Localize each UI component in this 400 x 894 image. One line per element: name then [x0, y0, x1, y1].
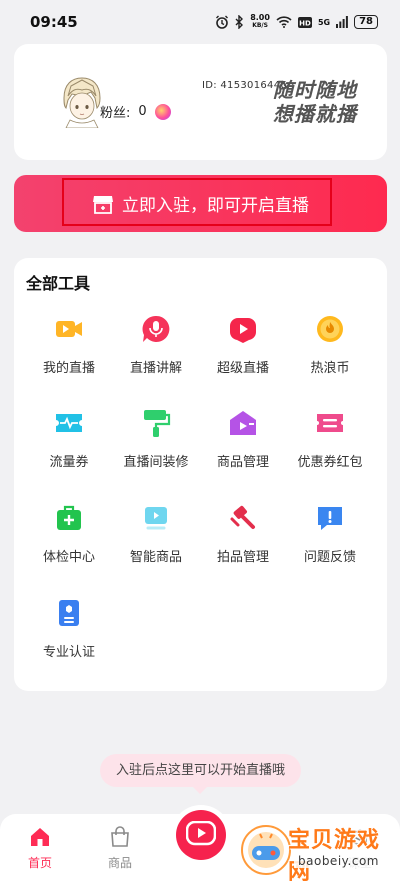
home-icon [31, 828, 49, 846]
tool-label: 拍品管理 [216, 550, 269, 565]
play-icon [230, 318, 256, 343]
tool-label: 商品管理 [216, 455, 269, 470]
watermark: 宝贝游戏网 baobeiy.com [236, 818, 400, 888]
video-camera-icon [56, 321, 82, 337]
auction-hammer-icon [230, 505, 255, 529]
network-speed-value: 8.00 [250, 13, 270, 22]
slogan-line-1: 随时随地 [273, 78, 357, 102]
fans-label: 粉丝: [100, 106, 131, 121]
start-live-button[interactable] [171, 805, 231, 865]
tool-my-live[interactable]: 我的直播 [24, 313, 114, 376]
watermark-url: baobeiy.com [294, 854, 383, 868]
status-icons: 8.00 KB/S HD 5G 78 [215, 14, 378, 30]
status-time: 09:45 [30, 13, 78, 31]
start-live-tip: 入驻后点这里可以开始直播哦 [100, 754, 301, 787]
feedback-icon [318, 507, 342, 530]
watermark-logo [241, 825, 291, 875]
tool-certification[interactable]: 专业认证 [24, 597, 114, 660]
tool-smart-product[interactable]: 智能商品 [111, 502, 201, 565]
network-speed: 8.00 KB/S [250, 14, 270, 30]
slogan-line-2: 想播就播 [273, 102, 357, 126]
network-type: 5G [317, 17, 331, 27]
tool-label: 体检中心 [42, 550, 95, 565]
tool-health-check[interactable]: 体检中心 [24, 502, 114, 565]
tool-super-live[interactable]: 超级直播 [198, 313, 288, 376]
tool-label: 智能商品 [129, 550, 182, 565]
tool-coupon[interactable]: 优惠券红包 [285, 407, 375, 470]
join-highlight-box [62, 178, 332, 226]
coupon-icon [317, 414, 343, 432]
paint-roller-icon [144, 410, 171, 437]
tool-room-decor[interactable]: 直播间装修 [111, 407, 201, 470]
profile-card: ID: 4153016446 › 粉丝: 0 随时随地 想播就播 [14, 44, 387, 160]
nav-home[interactable]: 首页 [10, 826, 70, 871]
tool-product-manage[interactable]: 商品管理 [198, 407, 288, 470]
battery-indicator: 78 [354, 15, 378, 29]
store-play-icon [230, 411, 256, 435]
network-speed-unit: KB/S [252, 22, 268, 29]
tool-label: 流量券 [49, 455, 89, 470]
smart-screen-icon [145, 507, 167, 530]
fans-count: 0 [138, 104, 147, 119]
slogan: 随时随地 想播就播 [273, 78, 357, 126]
tool-auction-manage[interactable]: 拍品管理 [198, 502, 288, 565]
tool-label: 专业认证 [42, 645, 95, 660]
certificate-icon [59, 600, 79, 626]
svg-text:HD: HD [299, 19, 311, 27]
hd-icon: HD [297, 16, 312, 28]
fans-badge-icon [154, 103, 171, 120]
nav-products-label: 商品 [107, 856, 132, 870]
tool-label: 直播间装修 [123, 455, 189, 470]
alarm-icon [216, 15, 229, 29]
tool-label: 超级直播 [216, 361, 269, 376]
tools-title: 全部工具 [26, 274, 91, 293]
tool-label: 问题反馈 [303, 550, 356, 565]
live-play-icon [186, 821, 216, 846]
nav-products[interactable]: 商品 [90, 826, 150, 871]
tool-label: 优惠券红包 [297, 455, 363, 470]
tool-label: 热浪币 [310, 361, 350, 376]
signal-icon [336, 16, 348, 28]
coin-icon [317, 316, 343, 342]
tool-traffic-ticket[interactable]: 流量券 [24, 407, 114, 470]
tip-pointer [192, 786, 208, 794]
tool-feedback[interactable]: 问题反馈 [285, 502, 375, 565]
avatar[interactable] [58, 74, 106, 128]
bluetooth-icon [235, 15, 244, 29]
pulse-ticket-icon [56, 414, 82, 432]
tool-live-explain[interactable]: 直播讲解 [111, 313, 201, 376]
medical-kit-icon [57, 505, 81, 530]
wifi-icon [276, 16, 292, 28]
shopping-bag-icon [111, 826, 129, 847]
tool-label: 我的直播 [42, 361, 95, 376]
fans-row: 粉丝: 0 [100, 102, 171, 121]
tools-card: 全部工具 我的直播 直播讲解 超级直播 热浪币 流量券 直播间装修 商品管理 优… [14, 258, 387, 691]
tool-heat-coin[interactable]: 热浪币 [285, 313, 375, 376]
tool-label: 直播讲解 [129, 361, 182, 376]
nav-home-label: 首页 [27, 856, 52, 870]
status-bar: 09:45 8.00 KB/S HD 5G 78 [0, 0, 400, 44]
microphone-icon [142, 315, 170, 342]
